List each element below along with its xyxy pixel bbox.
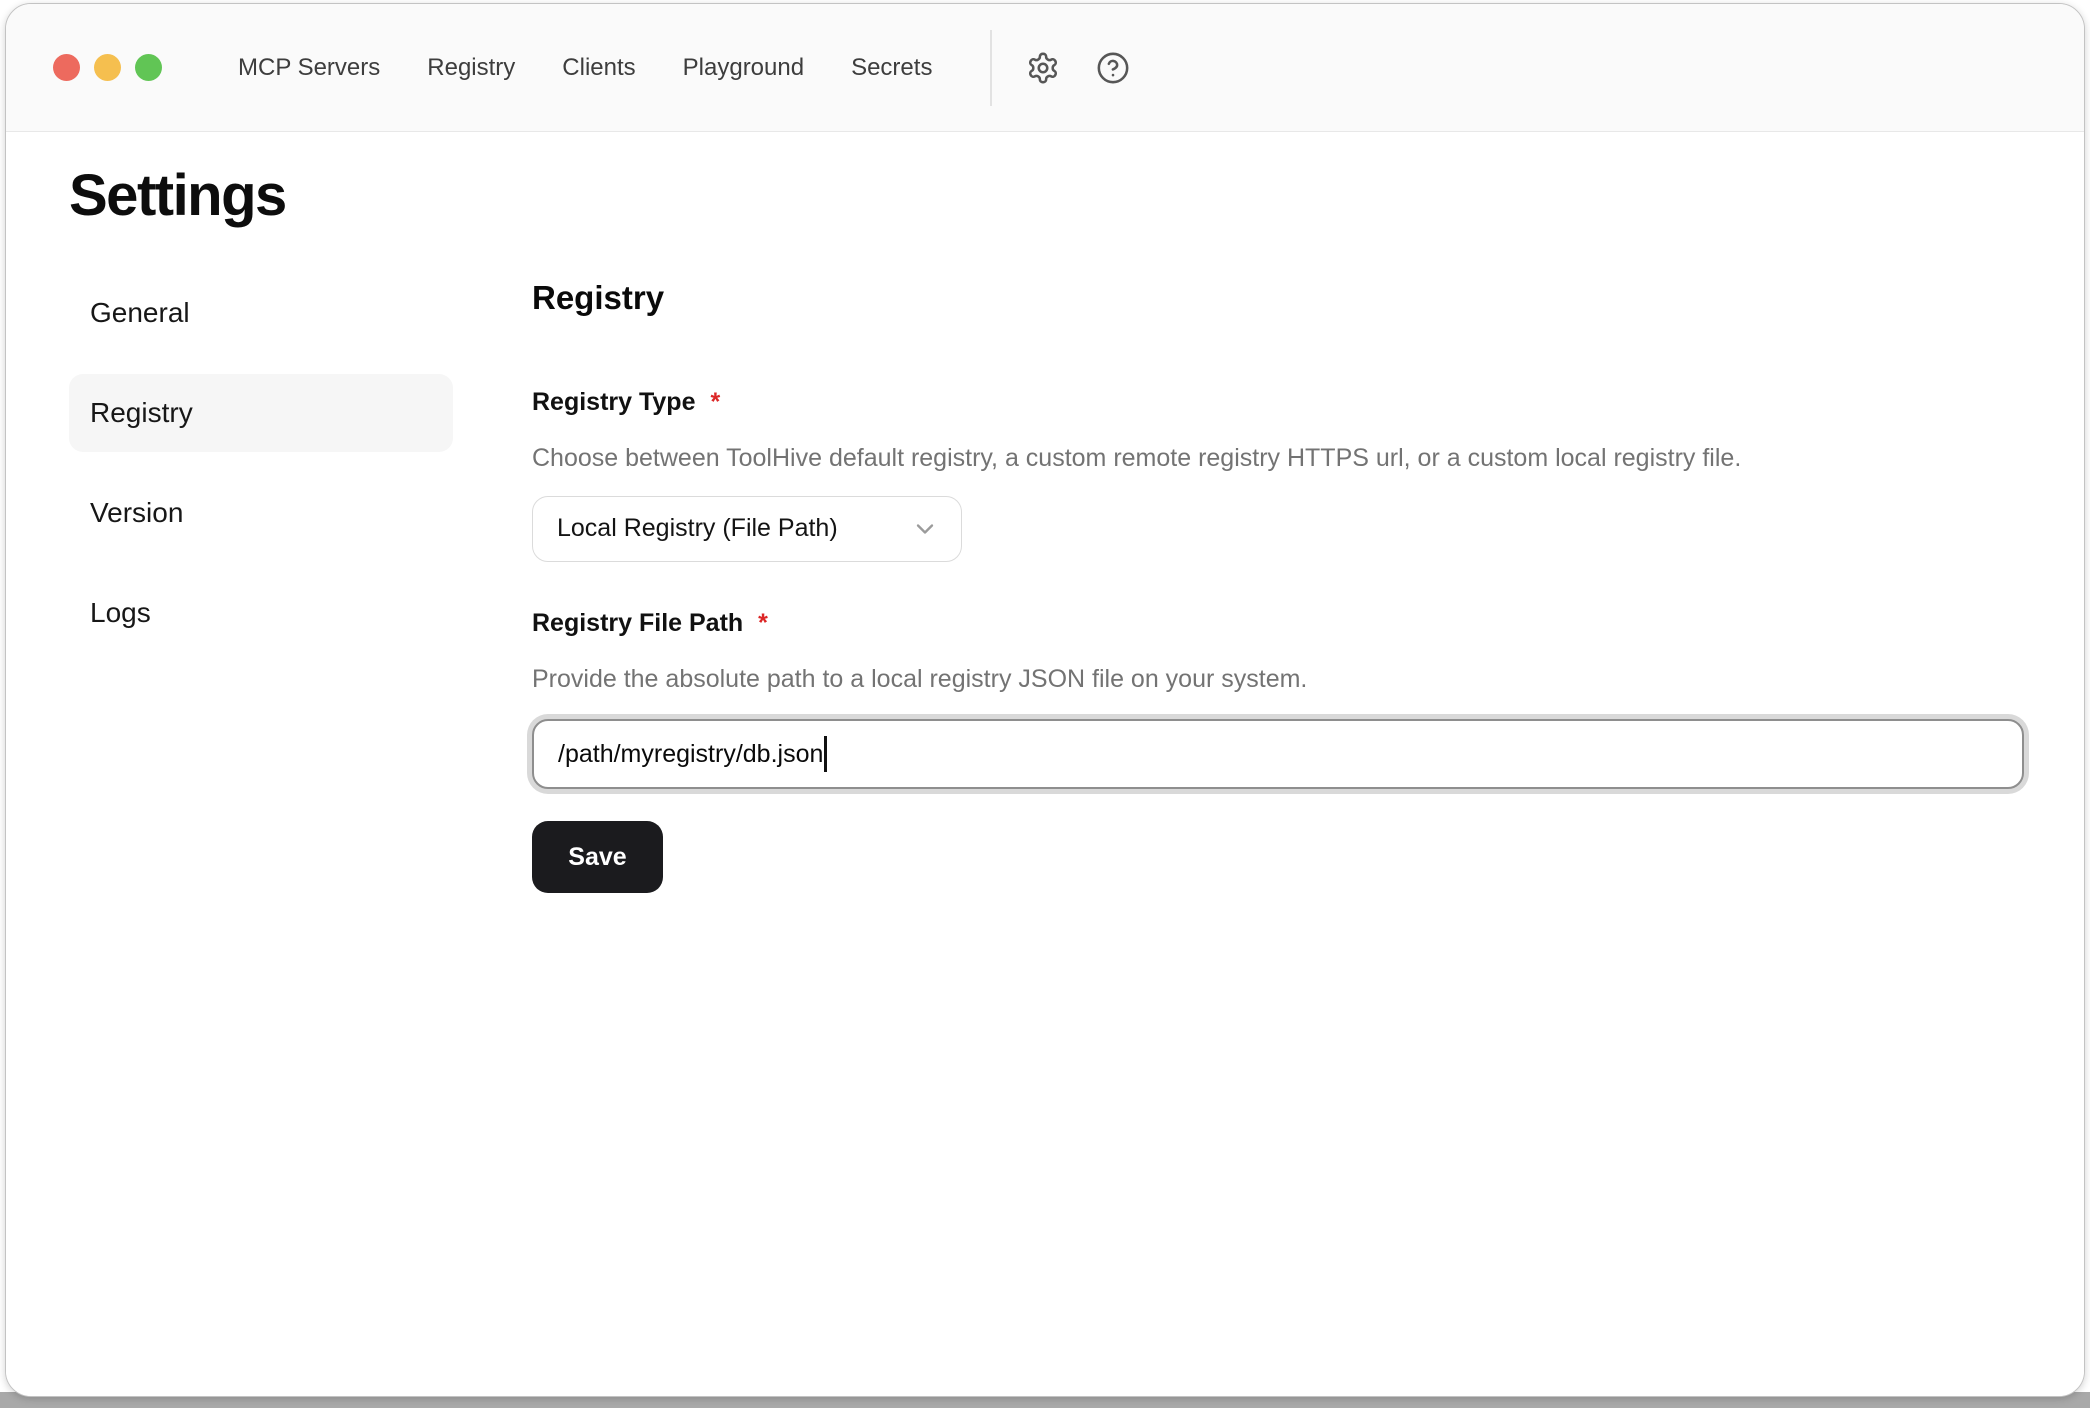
section-heading: Registry (532, 280, 2024, 316)
registry-type-selected-value: Local Registry (File Path) (557, 514, 838, 543)
zoom-window-button[interactable] (135, 54, 162, 81)
registry-file-path-label: Registry File Path (532, 608, 743, 638)
nav-item-playground[interactable]: Playground (683, 54, 804, 82)
chevron-down-icon (911, 515, 939, 543)
save-button[interactable]: Save (532, 821, 663, 893)
traffic-lights (53, 54, 162, 81)
titlebar: MCP Servers Registry Clients Playground … (6, 4, 2084, 132)
registry-file-path-field: Registry File Path * Provide the absolut… (532, 608, 2024, 789)
titlebar-icons (1024, 49, 1132, 87)
nav-item-mcp-servers[interactable]: MCP Servers (238, 54, 380, 82)
settings-gear-button[interactable] (1024, 49, 1062, 87)
required-asterisk: * (710, 387, 720, 417)
sidebar-item-general[interactable]: General (69, 274, 453, 352)
help-icon (1096, 51, 1130, 85)
required-asterisk: * (758, 608, 768, 638)
main-nav: MCP Servers Registry Clients Playground … (238, 54, 932, 82)
registry-type-field: Registry Type * Choose between ToolHive … (532, 387, 2024, 562)
registry-type-label: Registry Type (532, 387, 695, 417)
nav-item-registry[interactable]: Registry (427, 54, 515, 82)
text-caret (824, 736, 827, 772)
settings-page: Settings General Registry Version Logs R… (6, 132, 2084, 1396)
page-title: Settings (69, 162, 2024, 230)
registry-file-path-value: /path/myregistry/db.json (558, 740, 823, 769)
nav-item-secrets[interactable]: Secrets (851, 54, 932, 82)
nav-item-clients[interactable]: Clients (562, 54, 635, 82)
help-button[interactable] (1094, 49, 1132, 87)
registry-file-path-input[interactable]: /path/myregistry/db.json (532, 719, 2024, 789)
sidebar-item-registry[interactable]: Registry (69, 374, 453, 452)
app-window: MCP Servers Registry Clients Playground … (5, 3, 2085, 1397)
titlebar-divider (990, 30, 992, 106)
registry-type-description: Choose between ToolHive default registry… (532, 443, 2024, 474)
settings-main-panel: Registry Registry Type * Choose between … (532, 274, 2024, 893)
gear-icon (1026, 51, 1060, 85)
minimize-window-button[interactable] (94, 54, 121, 81)
sidebar-item-version[interactable]: Version (69, 474, 453, 552)
sidebar-item-logs[interactable]: Logs (69, 574, 453, 652)
settings-sidebar: General Registry Version Logs (69, 274, 453, 893)
registry-file-path-description: Provide the absolute path to a local reg… (532, 664, 2024, 695)
registry-type-select[interactable]: Local Registry (File Path) (532, 496, 962, 562)
close-window-button[interactable] (53, 54, 80, 81)
